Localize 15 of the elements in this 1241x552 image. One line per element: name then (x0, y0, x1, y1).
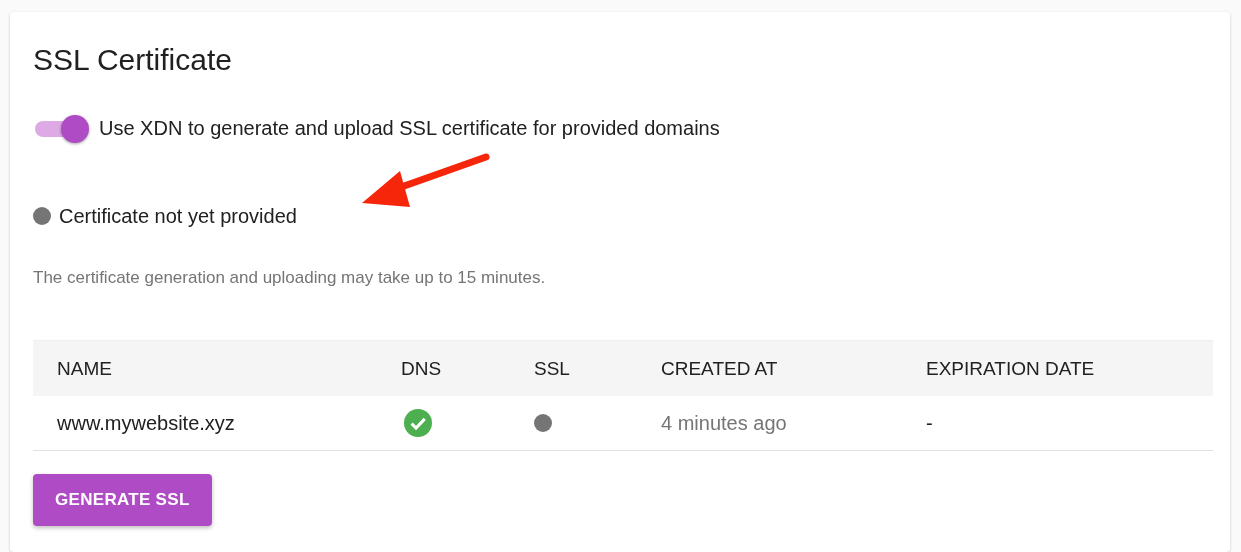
card-title: SSL Certificate (33, 42, 233, 78)
toggle-label: Use XDN to generate and upload SSL certificate for provided domains (99, 116, 720, 140)
generate-button[interactable]: GENERATE SSL (33, 474, 212, 526)
column-header: DNS (401, 357, 443, 380)
column-header: EXPIRATION DATE (926, 357, 1096, 380)
status-text: Certificate not yet provided (59, 204, 297, 228)
column-header: CREATED AT (661, 357, 779, 380)
column-header: SSL (534, 357, 571, 380)
check-circle-icon (404, 409, 432, 437)
column-header: NAME (57, 357, 113, 380)
table-cell: www.mywebsite.xyz (57, 411, 235, 435)
table-cell: 4 minutes ago (661, 411, 787, 435)
toggle-switch[interactable] (33, 114, 89, 142)
info-text: The certificate generation and uploading may take up to 15 minutes. (33, 267, 547, 289)
table-cell: - (926, 411, 933, 435)
